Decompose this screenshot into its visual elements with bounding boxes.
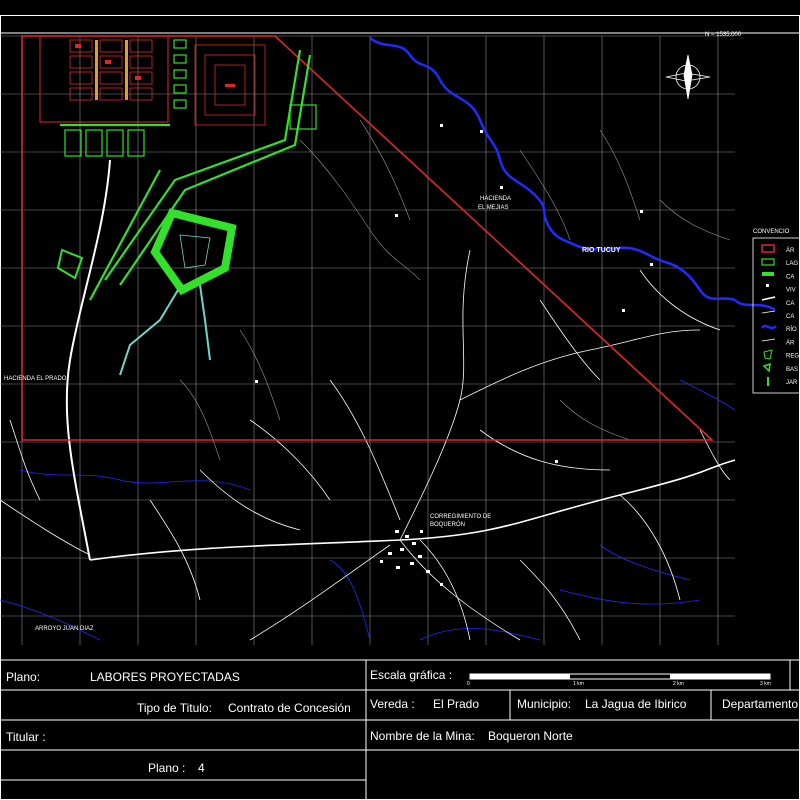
coordinate-grid — [0, 35, 735, 645]
legend-item-label: CA — [786, 274, 794, 280]
legend-item-label: ÁR — [786, 247, 795, 254]
corregimiento-label: CORREGIMIENTO DE — [430, 514, 491, 520]
legend-item-label: REG — [786, 354, 799, 360]
legend-title: CONVENCIO — [753, 229, 790, 235]
river-label: RIO TUCUY — [582, 247, 621, 254]
grid-coordinate-label: N = 1535.000 — [705, 32, 742, 38]
roads-trails — [0, 159, 736, 641]
legend-item-label: ÁR — [786, 339, 795, 346]
hacienda-label: HACIENDA — [480, 196, 511, 202]
legend-item-label: RÍO — [786, 326, 797, 333]
legend-item-label: JAR — [786, 380, 798, 386]
legend-item-label: CA — [786, 314, 794, 320]
legend-item-label: CA — [786, 301, 794, 307]
mine-facility-layout — [39, 35, 317, 301]
hacienda-prado-label: HACIENDA EL PRADO — [4, 376, 67, 382]
settling-pond — [119, 208, 237, 376]
corregimiento-sub-label: BOQUERÓN — [430, 521, 465, 528]
river-network — [0, 36, 776, 641]
hacienda-sub-label: EL MEJIAS — [478, 205, 508, 211]
arroyo-label: ARROYO JUAN DIAZ — [35, 626, 94, 632]
legend-item-label: BAS — [786, 367, 798, 373]
streams — [179, 119, 731, 461]
legend-item-label: VIV — [786, 288, 796, 294]
legend-item-label: LAG — [786, 261, 798, 267]
drawing-frame — [0, 15, 800, 800]
legend: CONVENCIO ÁR LAG CA VIV CA CA RÍO ÁR REG BAS JAR — [752, 229, 800, 394]
mine-plan-drawing: N = 1535.000 HACIENDA EL MEJIAS RIO TUCU… — [0, 15, 800, 800]
north-arrow-icon — [665, 54, 711, 100]
